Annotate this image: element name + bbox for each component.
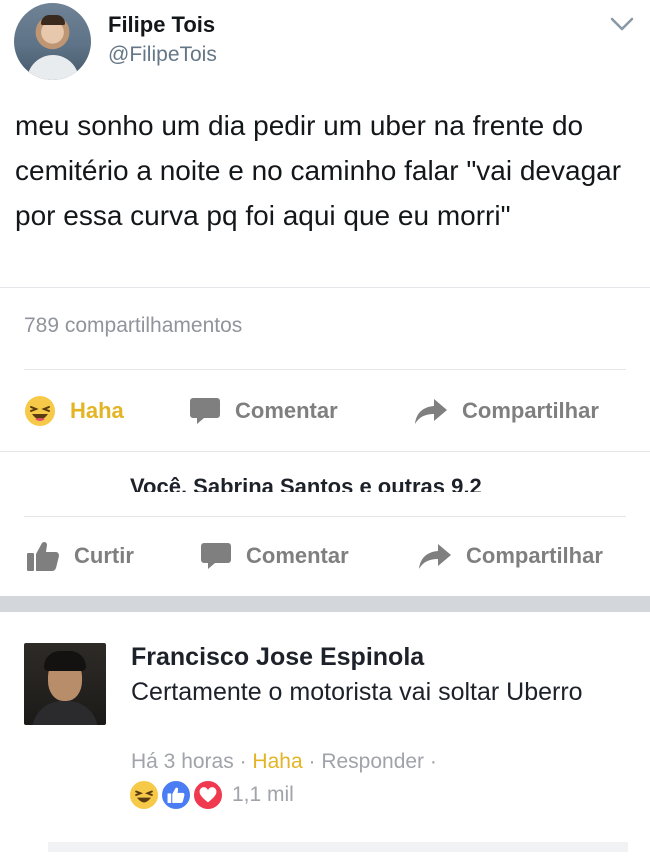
tweet-author-name[interactable]: Filipe Tois <box>108 12 215 38</box>
like-button[interactable]: Curtir <box>26 531 134 581</box>
reply-link[interactable]: Responder <box>321 750 424 773</box>
share-arrow-icon <box>419 544 451 569</box>
commenter-name[interactable]: Francisco Jose Espinola <box>131 643 424 672</box>
meta-separator: · <box>239 750 247 773</box>
divider <box>0 287 650 288</box>
action-bar-top: Haha Comentar Compartilhar <box>0 386 650 436</box>
tweet-author-avatar[interactable] <box>14 3 91 80</box>
comment-haha-link[interactable]: Haha <box>252 750 302 773</box>
meta-separator: · <box>308 750 316 773</box>
divider <box>24 516 626 517</box>
comment-time[interactable]: Há 3 horas <box>131 750 234 773</box>
share-arrow-icon <box>415 399 447 424</box>
comment-icon <box>201 543 231 569</box>
tweet-author-handle[interactable]: @FilipeTois <box>108 43 217 67</box>
haha-button[interactable]: Haha <box>24 386 124 436</box>
tweet-header: Filipe Tois @FilipeTois <box>0 0 650 90</box>
thumbs-up-icon <box>27 541 59 571</box>
comment-meta: Há 3 horas · Haha · Responder · <box>131 750 437 774</box>
chevron-down-icon[interactable] <box>608 12 636 36</box>
comment-icon <box>190 398 220 424</box>
divider <box>24 369 626 370</box>
share-label: Compartilhar <box>462 398 599 423</box>
section-divider <box>0 596 650 612</box>
share-label: Compartilhar <box>466 543 603 568</box>
tweet-text: meu sonho um dia pedir um uber na frente… <box>15 110 622 231</box>
commenter-avatar[interactable] <box>24 643 106 725</box>
love-icon <box>192 779 224 811</box>
next-comment-edge <box>48 842 628 852</box>
shares-count[interactable]: 789 compartilhamentos <box>24 314 242 338</box>
comment-button[interactable]: Comentar <box>200 531 349 581</box>
haha-label: Haha <box>70 398 124 423</box>
haha-icon <box>128 779 160 811</box>
share-button[interactable]: Compartilhar <box>414 386 599 436</box>
haha-emoji-icon <box>25 396 55 426</box>
comment-label: Comentar <box>235 398 338 423</box>
comment-label: Comentar <box>246 543 349 568</box>
reaction-count[interactable]: 1,1 mil <box>232 783 294 807</box>
comment-text: Certamente o motorista vai soltar Uberro <box>131 678 583 706</box>
action-bar-bottom: Curtir Comentar Compartilhar <box>0 531 650 581</box>
reactors-summary[interactable]: Você, Sabrina Santos e outras 9,2 <box>130 474 600 492</box>
comment-reactions[interactable] <box>128 779 228 811</box>
comment-button[interactable]: Comentar <box>189 386 338 436</box>
like-label: Curtir <box>74 543 134 568</box>
divider <box>0 451 650 452</box>
meta-separator: · <box>429 750 437 773</box>
reactors-text: Você, Sabrina Santos e outras 9,2 <box>130 474 482 492</box>
share-button[interactable]: Compartilhar <box>418 531 603 581</box>
like-icon <box>160 779 192 811</box>
